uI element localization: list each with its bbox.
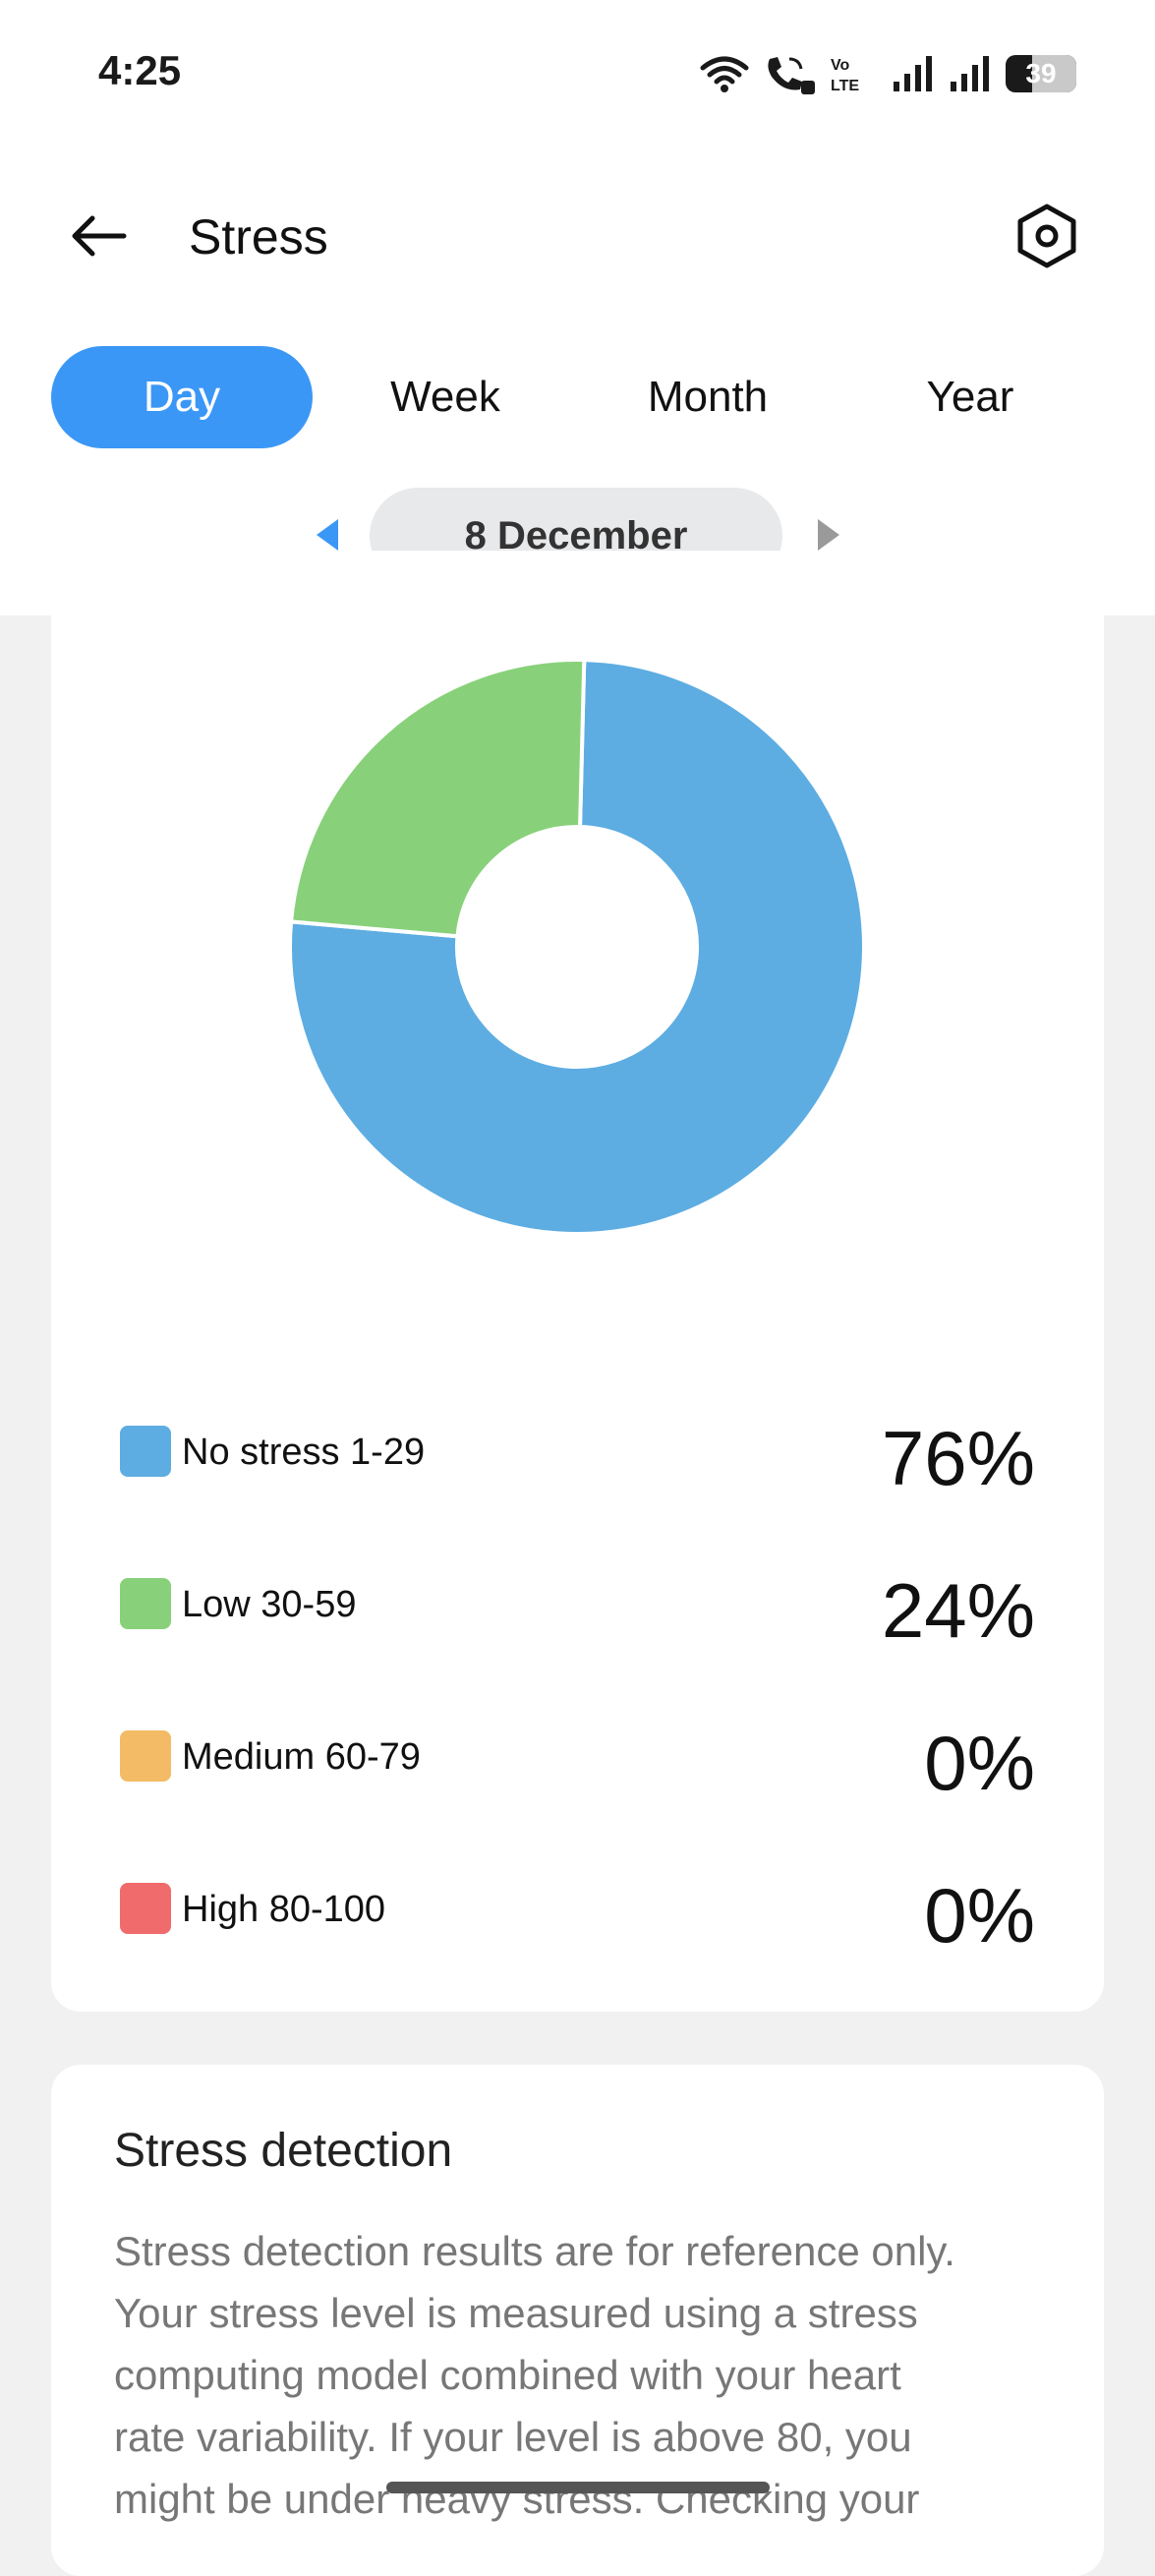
legend-label: High 80-100 bbox=[182, 1889, 386, 1930]
svg-text:LTE: LTE bbox=[831, 78, 859, 94]
arrow-left-icon bbox=[72, 215, 127, 257]
status-time: 4:25 bbox=[98, 47, 182, 93]
legend-row-high: High 80-100 0% bbox=[51, 1853, 1104, 1961]
stress-detection-card: Stress detection Stress detection result… bbox=[51, 2065, 1104, 2576]
legend-row-medium: Medium 60-79 0% bbox=[51, 1701, 1104, 1809]
settings-button[interactable] bbox=[1008, 197, 1086, 275]
stress-detection-line: rate variability. If your level is above… bbox=[114, 2414, 912, 2460]
wifi-icon bbox=[700, 56, 749, 92]
stress-detection-line: computing model combined with your heart bbox=[114, 2352, 901, 2398]
legend-value: 0% bbox=[924, 1720, 1035, 1806]
page-title: Stress bbox=[189, 209, 328, 264]
legend-swatch bbox=[120, 1426, 171, 1477]
legend-value: 0% bbox=[924, 1872, 1035, 1959]
wifi-calling-icon bbox=[768, 57, 815, 94]
donut-chart bbox=[51, 551, 1104, 1298]
tab-week[interactable]: Week bbox=[315, 346, 576, 448]
legend-swatch bbox=[120, 1578, 171, 1629]
donut-slice-low-30-59 bbox=[288, 658, 587, 939]
signal-icon-2 bbox=[951, 56, 989, 91]
volte-icon: Vo LTE bbox=[831, 57, 859, 94]
stress-distribution-card: No stress 1-29 76% Low 30-59 24% Medium … bbox=[51, 551, 1104, 2012]
status-icons: Vo LTE 39 bbox=[699, 49, 1076, 98]
legend-row-low: Low 30-59 24% bbox=[51, 1549, 1104, 1657]
legend-value: 76% bbox=[881, 1415, 1035, 1501]
triangle-right-icon[interactable] bbox=[814, 517, 843, 553]
stress-detection-line: Your stress level is measured using a st… bbox=[114, 2290, 918, 2336]
back-button[interactable] bbox=[59, 202, 138, 270]
legend-swatch bbox=[120, 1883, 171, 1934]
home-indicator[interactable] bbox=[386, 2482, 770, 2493]
stress-detection-line: might be under heavy stress. Checking yo… bbox=[114, 2476, 920, 2522]
legend-row-no-stress: No stress 1-29 76% bbox=[51, 1396, 1104, 1504]
signal-icon bbox=[894, 56, 932, 91]
status-bar: 4:25 Vo LTE 39 bbox=[0, 0, 1155, 147]
svg-text:Vo: Vo bbox=[831, 57, 849, 74]
battery-percent: 39 bbox=[1025, 58, 1057, 88]
tab-year[interactable]: Year bbox=[839, 346, 1101, 448]
tab-month[interactable]: Month bbox=[577, 346, 838, 448]
tab-day[interactable]: Day bbox=[51, 346, 313, 448]
triangle-left-icon[interactable] bbox=[313, 517, 342, 553]
legend-label: Low 30-59 bbox=[182, 1584, 357, 1625]
period-tabs: Day Week Month Year bbox=[51, 346, 1103, 448]
settings-hexagon-icon bbox=[1017, 204, 1076, 268]
stress-detection-line: Stress detection results are for referen… bbox=[114, 2228, 955, 2274]
legend-label: Medium 60-79 bbox=[182, 1736, 421, 1778]
legend-label: No stress 1-29 bbox=[182, 1432, 426, 1473]
legend-swatch bbox=[120, 1730, 171, 1782]
legend-value: 24% bbox=[881, 1567, 1035, 1654]
donut-chart-svg bbox=[288, 658, 866, 1236]
stress-detection-title: Stress detection bbox=[114, 2125, 453, 2177]
battery-icon: 39 bbox=[1006, 55, 1076, 92]
